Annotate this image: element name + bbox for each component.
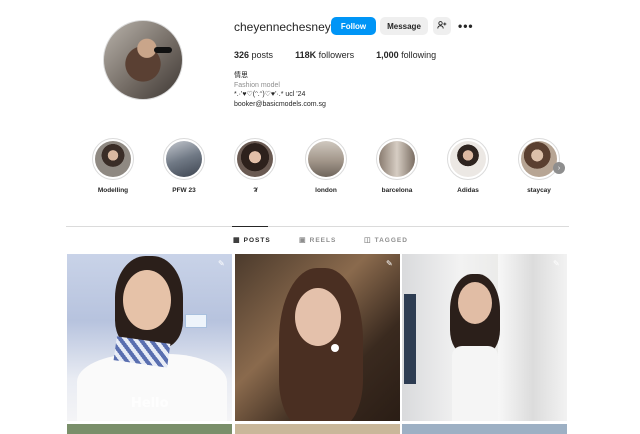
add-user-icon bbox=[437, 21, 447, 31]
post-caption-overlay: Hello bbox=[131, 396, 169, 411]
bio-category: Fashion model bbox=[234, 81, 280, 89]
message-button[interactable]: Message bbox=[380, 17, 428, 35]
background-person bbox=[404, 294, 416, 384]
white-dress bbox=[452, 346, 498, 421]
highlight-label: Adidas bbox=[457, 187, 479, 194]
bio-name: 情思 bbox=[234, 72, 248, 79]
tagged-icon: ◫ bbox=[364, 237, 372, 244]
product-box bbox=[185, 314, 207, 328]
post-thumbnail[interactable] bbox=[235, 424, 400, 434]
curtain bbox=[498, 254, 567, 421]
posts-count[interactable]: 326 posts bbox=[234, 50, 273, 60]
post-thumbnail[interactable] bbox=[67, 424, 232, 434]
more-options-icon[interactable]: ••• bbox=[458, 19, 474, 33]
sunglasses-detail bbox=[154, 47, 172, 53]
following-count[interactable]: 1,000 following bbox=[376, 50, 436, 60]
highlight-cover bbox=[521, 141, 557, 177]
tab-posts[interactable]: ▦ POSTS bbox=[233, 236, 271, 245]
pinned-icon: ✎ bbox=[386, 259, 393, 268]
pinned-icon: ✎ bbox=[553, 259, 560, 268]
post-thumbnail[interactable] bbox=[402, 424, 567, 434]
highlight-cover bbox=[166, 141, 202, 177]
highlight-item[interactable]: Adidas bbox=[446, 138, 490, 194]
highlight-item[interactable]: london bbox=[304, 138, 348, 194]
tabs-divider bbox=[66, 226, 569, 227]
highlight-label: london bbox=[315, 187, 337, 194]
post-face bbox=[295, 288, 341, 346]
profile-avatar[interactable] bbox=[103, 20, 183, 100]
profile-stats: 326 posts 118K followers 1,000 following bbox=[234, 50, 436, 60]
pinned-icon: ✎ bbox=[218, 259, 225, 268]
post-thumbnail[interactable]: ✎ bbox=[235, 254, 400, 421]
profile-bio: 情思 Fashion model *.·'♥♡(ᵔ.ᵔ)♡♥'·.* ucl '… bbox=[234, 71, 326, 109]
follow-button[interactable]: Follow bbox=[331, 17, 376, 35]
bio-email[interactable]: booker@basicmodels.com.sg bbox=[234, 100, 326, 110]
followers-count[interactable]: 118K followers bbox=[295, 50, 354, 60]
post-thumbnail[interactable]: ✎ bbox=[402, 254, 567, 421]
highlight-item[interactable]: PFW 23 bbox=[162, 138, 206, 194]
bio-line: *.·'♥♡(ᵔ.ᵔ)♡♥'·.* ucl '24 bbox=[234, 91, 306, 99]
highlight-label: barcelona bbox=[381, 187, 413, 194]
tab-tagged[interactable]: ◫ TAGGED bbox=[364, 236, 408, 245]
profile-username: cheyennechesney bbox=[234, 20, 331, 34]
highlight-cover bbox=[379, 141, 415, 177]
post-face bbox=[123, 270, 171, 330]
highlight-item[interactable]: barcelona bbox=[375, 138, 419, 194]
active-tab-indicator bbox=[232, 226, 268, 227]
highlight-label: staycay bbox=[527, 187, 551, 194]
highlight-item[interactable]: Modelling bbox=[91, 138, 135, 194]
highlight-cover bbox=[308, 141, 344, 177]
grid-icon: ▦ bbox=[233, 237, 241, 244]
hair-flower bbox=[331, 344, 339, 352]
chevron-right-icon[interactable]: › bbox=[553, 162, 565, 174]
highlight-cover bbox=[95, 141, 131, 177]
highlight-label: PFW 23 bbox=[172, 187, 196, 194]
profile-page: cheyennechesney Follow Message ••• 326 p… bbox=[0, 0, 640, 434]
tab-reels[interactable]: ▣ REELS bbox=[299, 236, 336, 245]
reels-icon: ▣ bbox=[299, 237, 307, 244]
post-thumbnail[interactable]: ✎ Hello bbox=[67, 254, 232, 421]
post-face bbox=[458, 282, 492, 324]
highlight-cover bbox=[237, 141, 273, 177]
highlight-item[interactable]: ʔ̸ bbox=[233, 138, 277, 194]
add-user-button[interactable] bbox=[433, 17, 451, 35]
highlight-cover bbox=[450, 141, 486, 177]
highlight-label: Modelling bbox=[97, 187, 129, 194]
highlight-label: ʔ̸ bbox=[253, 187, 257, 194]
